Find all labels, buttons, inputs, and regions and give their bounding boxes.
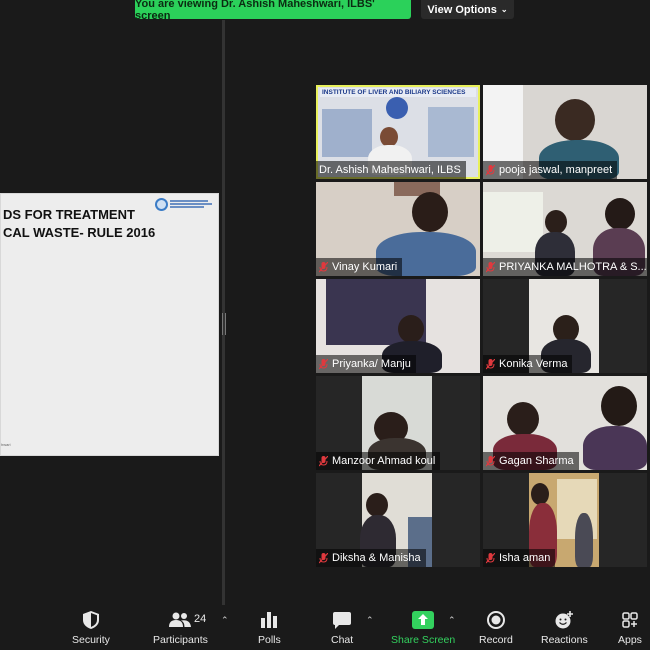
tile-name-bar: Priyanka/ Manju xyxy=(316,355,416,373)
person-head xyxy=(545,210,567,234)
viewing-screen-banner: You are viewing Dr. Ashish Maheshwari, I… xyxy=(135,0,411,22)
reactions-icon xyxy=(554,609,574,631)
participants-label: Participants xyxy=(153,634,208,646)
share-screen-label: Share Screen xyxy=(391,634,456,646)
view-options-button[interactable]: View Options ⌄ xyxy=(421,0,514,19)
person-body xyxy=(575,513,593,567)
polls-icon xyxy=(260,609,278,631)
video-tile-participant[interactable]: Diksha & Manisha xyxy=(316,473,480,567)
video-tile-participant[interactable]: Gagan Sharma xyxy=(483,376,647,470)
person-head xyxy=(412,192,448,232)
presenter-head xyxy=(380,127,398,147)
video-tile-participant[interactable]: Priyanka/ Manju xyxy=(316,279,480,373)
mic-muted-icon xyxy=(486,261,495,273)
person-head xyxy=(398,315,424,343)
view-options-label: View Options xyxy=(427,3,497,16)
polls-button[interactable]: Polls xyxy=(258,609,281,646)
poster-left xyxy=(322,109,372,157)
mic-muted-icon xyxy=(319,358,328,370)
viewing-screen-text: You are viewing Dr. Ashish Maheshwari, I… xyxy=(135,0,375,22)
person-head xyxy=(507,402,539,436)
mic-muted-icon xyxy=(486,552,495,564)
participant-name: Vinay Kumari xyxy=(332,261,398,273)
apps-icon xyxy=(622,609,638,631)
record-button[interactable]: Record xyxy=(479,609,513,646)
mic-muted-icon xyxy=(486,164,495,176)
reactions-button[interactable]: Reactions xyxy=(541,609,588,646)
person-head xyxy=(555,99,595,141)
mic-muted-icon xyxy=(486,455,495,467)
slide-title: DS FOR TREATMENT CAL WASTE- RULE 2016 xyxy=(1,206,155,242)
person-body xyxy=(583,426,647,470)
person-head xyxy=(366,493,388,517)
share-screen-icon xyxy=(412,609,435,631)
video-tile-participant[interactable]: Manzoor Ahmad koul xyxy=(316,376,480,470)
ilbs-logo xyxy=(386,97,408,119)
participants-icon xyxy=(169,609,192,631)
video-tile-participant[interactable]: Isha aman xyxy=(483,473,647,567)
presentation-slide: DS FOR TREATMENT CAL WASTE- RULE 2016 hwa… xyxy=(0,193,219,456)
chat-caret-icon[interactable]: ⌃ xyxy=(366,615,374,626)
polls-label: Polls xyxy=(258,634,281,646)
participant-name: PRIYANKA MALHOTRA & S... xyxy=(499,261,647,273)
participant-name: Konika Verma xyxy=(499,358,568,370)
video-tile-presenter[interactable]: INSTITUTE OF LIVER AND BILIARY SCIENCES … xyxy=(316,85,480,179)
slide-title-line1: DS FOR TREATMENT xyxy=(3,207,135,222)
window-light xyxy=(483,192,543,252)
mic-muted-icon xyxy=(319,261,328,273)
video-tile-participant[interactable]: Konika Verma xyxy=(483,279,647,373)
tile-name-bar: Vinay Kumari xyxy=(316,258,403,276)
participants-count: 24 xyxy=(194,613,207,625)
mic-muted-icon xyxy=(319,552,328,564)
reactions-label: Reactions xyxy=(541,634,588,646)
meeting-toolbar: Security Participants 24 ⌃ Polls Chat ⌃ … xyxy=(0,605,650,650)
person-head xyxy=(601,386,637,426)
security-label: Security xyxy=(72,634,110,646)
tile-name-bar: pooja jaswal, manpreet xyxy=(483,161,618,179)
participant-name: Isha aman xyxy=(499,552,551,564)
person-head xyxy=(605,198,635,230)
tile-name-bar: Manzoor Ahmad koul xyxy=(316,452,441,470)
participant-name: Manzoor Ahmad koul xyxy=(332,455,436,467)
shield-icon xyxy=(82,609,99,631)
tile-name-bar: Gagan Sharma xyxy=(483,452,579,470)
poster-right xyxy=(428,107,474,157)
apps-label: Apps xyxy=(618,634,642,646)
tile-name-bar: Diksha & Manisha xyxy=(316,549,426,567)
mic-muted-icon xyxy=(486,358,495,370)
tile-name-bar: Isha aman xyxy=(483,549,556,567)
who-logo xyxy=(155,197,215,211)
video-tile-participant[interactable]: Vinay Kumari xyxy=(316,182,480,276)
tile-name-bar: Dr. Ashish Maheshwari, ILBS xyxy=(316,161,466,179)
chat-icon xyxy=(333,609,352,631)
tile-name-bar: Konika Verma xyxy=(483,355,573,373)
video-tile-participant[interactable]: pooja jaswal, manpreet xyxy=(483,85,647,179)
person-head xyxy=(531,483,549,505)
security-button[interactable]: Security xyxy=(72,609,110,646)
slide-footer: hwari xyxy=(1,442,11,447)
participant-name: Diksha & Manisha xyxy=(332,552,421,564)
apps-button[interactable]: Apps xyxy=(618,609,642,646)
mic-muted-icon xyxy=(319,455,328,467)
participant-name: pooja jaswal, manpreet xyxy=(499,164,613,176)
participant-name: Gagan Sharma xyxy=(499,455,574,467)
share-screen-button[interactable]: Share Screen xyxy=(391,609,455,646)
globe-icon xyxy=(155,197,168,211)
divider-drag-handle[interactable] xyxy=(222,313,226,335)
participant-name: Priyanka/ Manju xyxy=(332,358,411,370)
record-label: Record xyxy=(479,634,513,646)
chevron-down-icon: ⌄ xyxy=(500,5,508,14)
tile-name-bar: PRIYANKA MALHOTRA & S... xyxy=(483,258,647,276)
chat-label: Chat xyxy=(331,634,354,646)
video-tile-participant[interactable]: PRIYANKA MALHOTRA & S... xyxy=(483,182,647,276)
institute-banner: INSTITUTE OF LIVER AND BILIARY SCIENCES xyxy=(320,88,476,97)
participant-name: Dr. Ashish Maheshwari, ILBS xyxy=(319,164,461,176)
share-screen-caret-icon[interactable]: ⌃ xyxy=(448,615,456,626)
chat-button[interactable]: Chat xyxy=(331,609,353,646)
record-icon xyxy=(486,609,505,631)
slide-title-line2: CAL WASTE- RULE 2016 xyxy=(3,225,156,240)
participants-caret-icon[interactable]: ⌃ xyxy=(221,615,229,626)
logo-text xyxy=(170,200,212,208)
zoom-meeting-window: You are viewing Dr. Ashish Maheshwari, I… xyxy=(0,0,650,650)
